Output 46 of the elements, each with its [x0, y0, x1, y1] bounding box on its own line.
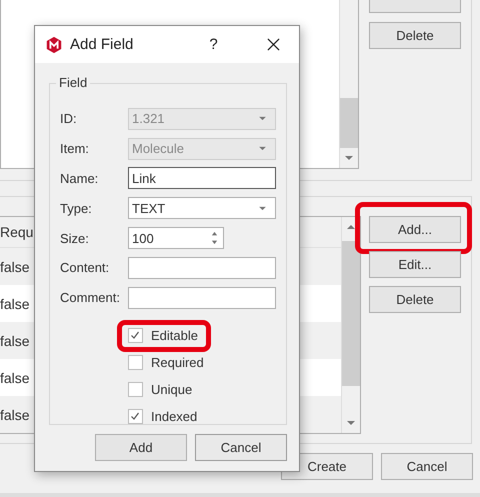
field-label: Content:: [60, 260, 110, 276]
field-label: Type:: [60, 200, 93, 216]
scroll-up-icon[interactable]: [346, 224, 356, 230]
action-button[interactable]: Edit...: [369, 251, 461, 278]
footer-button[interactable]: Cancel: [381, 453, 473, 480]
checkbox[interactable]: [128, 328, 143, 343]
table-cell: false: [0, 332, 30, 348]
checkbox-label: Unique: [151, 382, 192, 397]
field-label: ID:: [60, 111, 78, 126]
dropdown-field[interactable]: TEXT: [128, 197, 276, 220]
action-button[interactable]: Delete: [369, 286, 461, 313]
checkbox-label: Indexed: [151, 408, 198, 424]
help-button[interactable]: ?: [209, 36, 218, 53]
scroll-down-icon[interactable]: [346, 420, 356, 426]
input-field[interactable]: [128, 286, 276, 309]
dropdown-arrow-icon: [258, 206, 267, 211]
group-title: Field: [56, 75, 90, 90]
field-label: Comment:: [60, 290, 121, 306]
input-field[interactable]: Link: [128, 167, 276, 190]
delete-button[interactable]: Delete: [369, 22, 461, 49]
field-label: Size:: [60, 230, 90, 246]
dropdown-arrow-icon: [258, 146, 267, 152]
checkbox-label: Required: [151, 354, 204, 370]
action-button[interactable]: Add...: [369, 216, 461, 243]
app-logo-icon: [45, 36, 63, 54]
scroll-thumb[interactable]: [340, 98, 358, 148]
scroll-thumb[interactable]: [342, 241, 360, 386]
table-cell: false: [0, 406, 30, 422]
dialog-button[interactable]: Cancel: [195, 434, 287, 461]
dropdown-arrow-icon: [258, 116, 267, 122]
number-field[interactable]: 100: [128, 227, 224, 250]
checkbox-label: Editable: [151, 328, 198, 343]
dialog-button[interactable]: Add: [95, 434, 187, 461]
scroll-down-icon[interactable]: [344, 155, 354, 161]
field-label: Name:: [60, 170, 100, 186]
table-cell: false: [0, 370, 30, 386]
window-title: Add Field: [70, 36, 134, 53]
table-cell: false: [0, 258, 30, 274]
checkbox[interactable]: [128, 354, 143, 370]
table-cell: false: [0, 296, 30, 312]
close-icon[interactable]: [266, 38, 280, 51]
input-field[interactable]: [128, 256, 276, 279]
field-label: Item:: [60, 141, 90, 156]
checkbox[interactable]: [128, 408, 143, 424]
column-header[interactable]: Requ: [0, 224, 34, 240]
checkbox[interactable]: [128, 382, 143, 397]
